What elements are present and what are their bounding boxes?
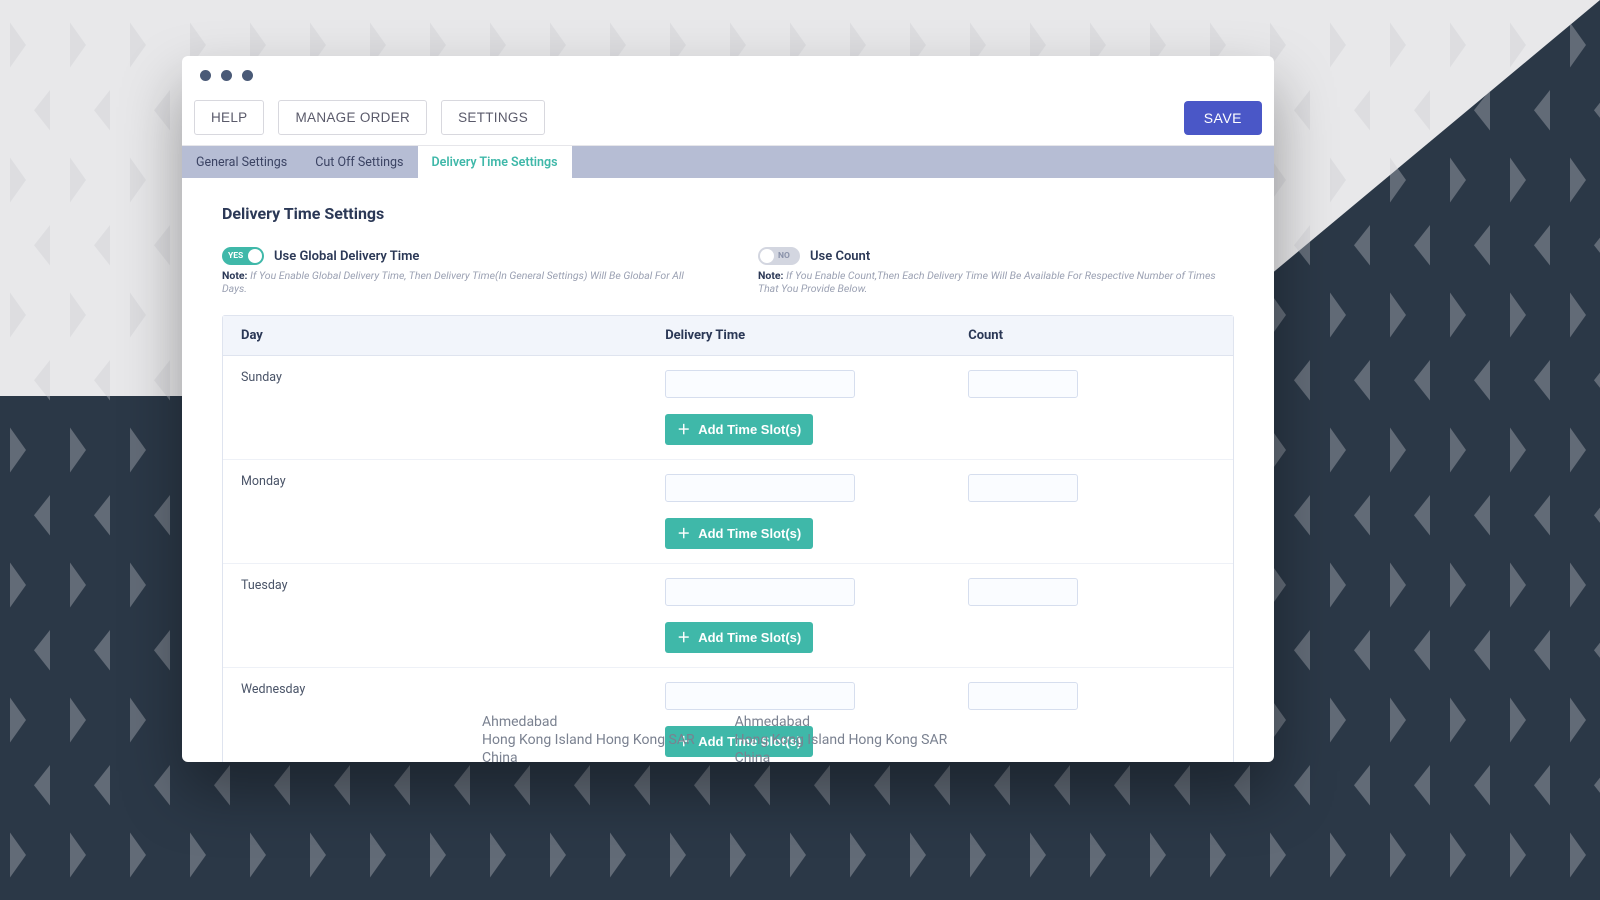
content-area: Delivery Time Settings YES Use Global De…: [182, 178, 1274, 762]
address-line: Hong Kong Island Hong Kong SAR: [482, 732, 695, 748]
plus-icon: ＋: [677, 527, 690, 540]
toggle-state-text: YES: [228, 251, 243, 261]
count-input[interactable]: [968, 682, 1078, 710]
address-line: China: [482, 750, 695, 762]
count-input[interactable]: [968, 370, 1078, 398]
th-delivery-time: Delivery Time: [647, 316, 950, 355]
th-count: Count: [950, 316, 1233, 355]
window-dot: [242, 70, 253, 81]
add-time-slot-button[interactable]: ＋ Add Time Slot(s): [665, 622, 813, 653]
delivery-time-input[interactable]: [665, 370, 855, 398]
toggle-global-delivery-time[interactable]: YES: [222, 247, 264, 265]
note-label: Note:: [758, 269, 784, 282]
tab-delivery-time-settings[interactable]: Delivery Time Settings: [418, 146, 572, 178]
address-line: Ahmedabad: [482, 714, 695, 730]
manage-order-button[interactable]: MANAGE ORDER: [278, 100, 427, 135]
subtab-bar: General Settings Cut Off Settings Delive…: [182, 146, 1274, 178]
toggle-state-text: NO: [778, 251, 790, 261]
delivery-time-input[interactable]: [665, 578, 855, 606]
plus-icon: ＋: [677, 423, 690, 436]
note-body: If You Enable Count,Then Each Delivery T…: [758, 269, 1216, 295]
note-global: Note: If You Enable Global Delivery Time…: [222, 269, 698, 295]
add-time-slot-button[interactable]: ＋ Add Time Slot(s): [665, 518, 813, 549]
tab-cut-off-settings[interactable]: Cut Off Settings: [301, 146, 417, 178]
delivery-time-input[interactable]: [665, 682, 855, 710]
count-input[interactable]: [968, 474, 1078, 502]
background-address-text: Ahmedabad Hong Kong Island Hong Kong SAR…: [482, 714, 974, 762]
help-button[interactable]: HELP: [194, 100, 264, 135]
address-line: Ahmedabad: [735, 714, 948, 730]
table-row: Sunday ＋ Add Time Slot(s): [223, 356, 1233, 460]
add-time-slot-label: Add Time Slot(s): [698, 526, 801, 541]
add-time-slot-button[interactable]: ＋ Add Time Slot(s): [665, 414, 813, 445]
note-count: Note: If You Enable Count,Then Each Deli…: [758, 269, 1234, 295]
add-time-slot-label: Add Time Slot(s): [698, 422, 801, 437]
cell-day: Tuesday: [223, 564, 647, 667]
table-row: Monday ＋ Add Time Slot(s): [223, 460, 1233, 564]
count-input[interactable]: [968, 578, 1078, 606]
window-dot: [200, 70, 211, 81]
cell-day: Sunday: [223, 356, 647, 459]
note-label: Note:: [222, 269, 248, 282]
table-row: Tuesday ＋ Add Time Slot(s): [223, 564, 1233, 668]
tab-general-settings[interactable]: General Settings: [182, 146, 301, 178]
main-toolbar: HELP MANAGE ORDER SETTINGS SAVE: [182, 94, 1274, 146]
window-dot: [221, 70, 232, 81]
address-line: Hong Kong Island Hong Kong SAR: [735, 732, 948, 748]
app-window: HELP MANAGE ORDER SETTINGS SAVE General …: [182, 56, 1274, 762]
delivery-time-input[interactable]: [665, 474, 855, 502]
delivery-time-table: Day Delivery Time Count Sunday ＋ Add Tim…: [222, 315, 1234, 762]
window-titlebar: [182, 56, 1274, 94]
toggle-count-label: Use Count: [810, 249, 870, 264]
note-body: If You Enable Global Delivery Time, Then…: [222, 269, 684, 295]
page-title: Delivery Time Settings: [222, 204, 1234, 223]
th-day: Day: [223, 316, 647, 355]
toggle-global-label: Use Global Delivery Time: [274, 249, 419, 264]
toggle-use-count[interactable]: NO: [758, 247, 800, 265]
plus-icon: ＋: [677, 631, 690, 644]
settings-button[interactable]: SETTINGS: [441, 100, 545, 135]
add-time-slot-label: Add Time Slot(s): [698, 630, 801, 645]
address-line: China: [735, 750, 948, 762]
save-button[interactable]: SAVE: [1184, 101, 1262, 135]
cell-day: Monday: [223, 460, 647, 563]
